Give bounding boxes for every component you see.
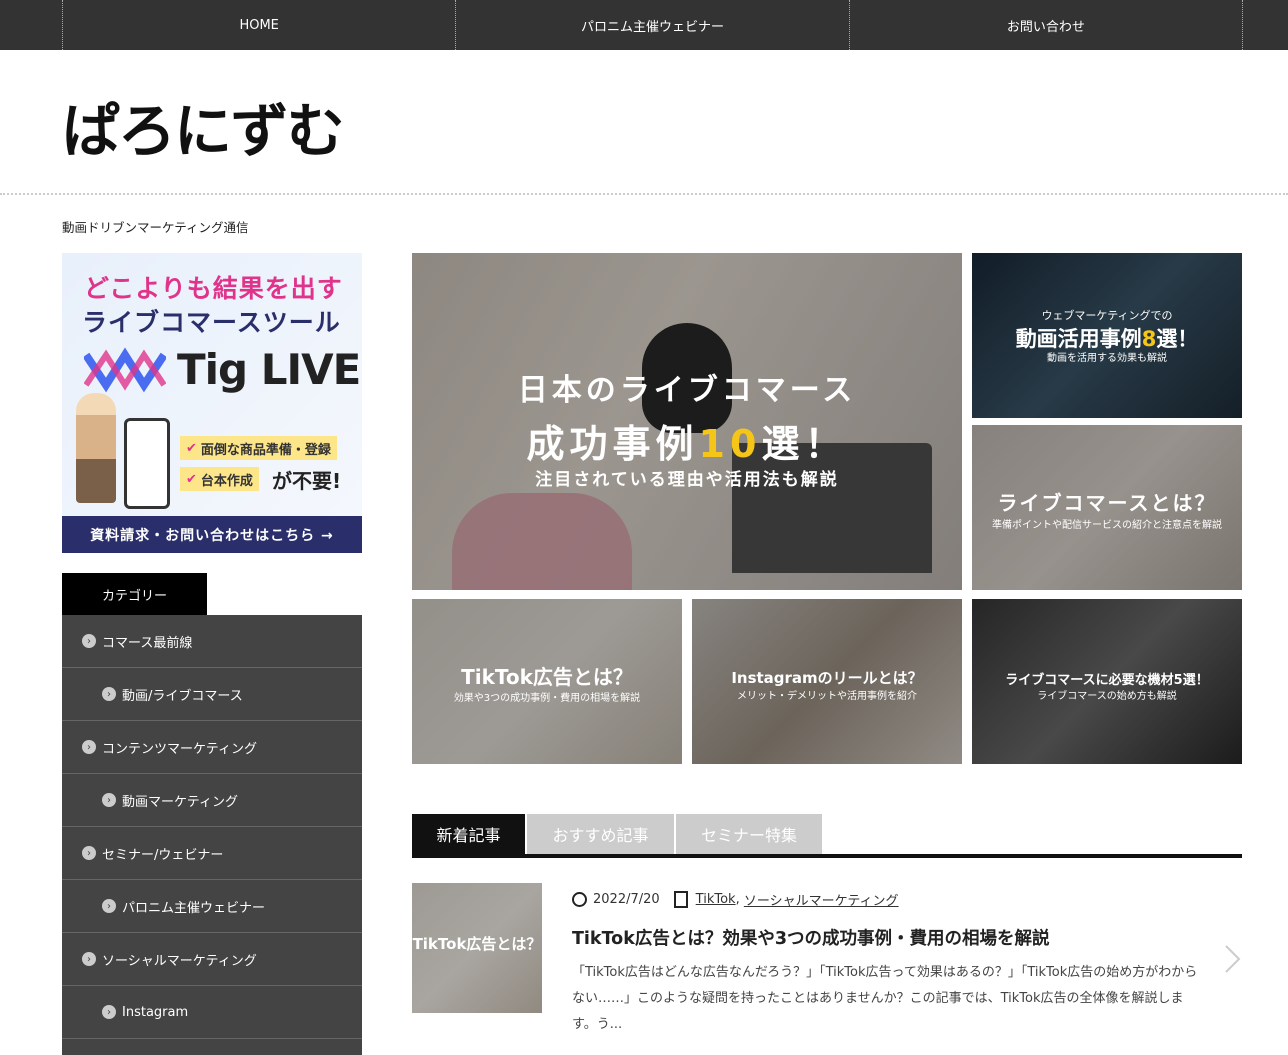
chevron-right-icon: › xyxy=(82,634,96,648)
tile1-sub: 動画を活用する効果も解説 xyxy=(1047,353,1167,364)
category-heading: カテゴリー xyxy=(62,573,207,615)
category-label: ソーシャルマーケティング xyxy=(102,953,257,969)
tile1-title-c: 選！ xyxy=(1156,327,1199,351)
article-date: 2022/7/20 xyxy=(593,892,660,907)
article-category-tiktok[interactable]: TikTok xyxy=(696,892,736,907)
hero-line3: 注目されている理由や活用法も解説 xyxy=(535,470,839,490)
chevron-right-icon: › xyxy=(102,687,116,701)
thumb-title: TikTok広告とは？ xyxy=(412,935,542,953)
article-title[interactable]: TikTok広告とは？効果や3つの成功事例・費用の相場を解説 xyxy=(572,925,1050,950)
category-label: コマース最前線 xyxy=(102,635,193,651)
category-item[interactable]: › パロニム主催ウェビナー xyxy=(62,880,362,933)
chevron-right-icon: › xyxy=(82,740,96,754)
category-label: パロニム主催ウェビナー xyxy=(122,900,266,916)
featured-tile-equipment[interactable]: ライブコマースに必要な機材5選！ ライブコマースの始め方も解説 xyxy=(972,599,1242,764)
category-list: › コマース最前線 › 動画/ライブコマース › コンテンツマーケティング › 動画マー… xyxy=(62,615,362,1055)
woman-illustration xyxy=(76,393,116,503)
featured-tile-live-commerce[interactable]: ライブコマースとは？ 準備ポイントや配信サービスの紹介と注意点を解説 xyxy=(972,425,1242,590)
nav-item-contact[interactable]: お問い合わせ xyxy=(850,0,1243,50)
category-label: 動画/ライブコマース xyxy=(122,688,243,704)
tile1-pre: ウェブマーケティングでの xyxy=(1041,309,1173,322)
banner-not-needed: が不要! xyxy=(272,469,342,493)
banner-check-1: ✔ 面倒な商品準備・登録 xyxy=(180,436,337,460)
tab-recommended[interactable]: おすすめ記事 xyxy=(527,814,674,854)
category-item[interactable]: › セミナー/ウェビナー xyxy=(62,827,362,880)
nav-item-webinar[interactable]: パロニム主催ウェビナー xyxy=(456,0,850,50)
banner-check2-text: 台本作成 xyxy=(200,473,253,489)
category-item[interactable]: › コンテンツマーケティング xyxy=(62,721,362,774)
banner-line1: どこよりも結果を出す xyxy=(84,274,343,303)
chevron-right-icon[interactable] xyxy=(1222,944,1242,974)
category-label: セミナー/ウェビナー xyxy=(102,847,224,863)
tile1-title-a: 動画活用事例 xyxy=(1015,327,1142,351)
article-thumbnail[interactable]: TikTok広告とは？ xyxy=(412,883,542,1013)
hero-line2b: 10 xyxy=(698,422,762,466)
featured-tile-instagram-reels[interactable]: Instagramのリールとは？ メリット・デメリットや活用事例を紹介 xyxy=(692,599,962,764)
featured-hero-tile[interactable]: 日本のライブコマース 成功事例10選！ 注目されている理由や活用法も解説 xyxy=(412,253,962,590)
chevron-right-icon: › xyxy=(102,1005,116,1019)
tile3-sub: 効果や3つの成功事例・費用の相場を解説 xyxy=(453,693,641,704)
site-header: ぱろにずむ xyxy=(0,50,1288,195)
article-category-social[interactable]: ソーシャルマーケティング xyxy=(744,890,899,909)
tile2-sub: 準備ポイントや配信サービスの紹介と注意点を解説 xyxy=(992,520,1222,531)
check-icon: ✔ xyxy=(186,440,197,456)
tig-live-banner[interactable]: どこよりも結果を出す ライブコマースツール Tig LIVE ✔ 面倒な商品準備・… xyxy=(62,253,362,553)
tile3-title: TikTok広告とは？ xyxy=(461,665,633,689)
article-tabs: 新着記事 おすすめ記事 セミナー特集 xyxy=(412,814,1242,858)
chevron-right-icon: › xyxy=(82,846,96,860)
tile2-title: ライブコマースとは？ xyxy=(997,491,1217,515)
tile1-title-b: 8 xyxy=(1141,327,1157,351)
category-item[interactable]: › 動画マーケティング xyxy=(62,774,362,827)
phone-illustration xyxy=(124,418,170,509)
document-icon xyxy=(673,891,688,908)
tig-logo-icon xyxy=(84,347,166,393)
article-excerpt: 「TikTok広告はどんな広告なんだろう？」「TikTok広告って効果はあるの？… xyxy=(572,965,1198,1032)
banner-check1-text: 面倒な商品準備・登録 xyxy=(200,442,331,458)
banner-check-2: ✔ 台本作成 xyxy=(180,467,259,491)
tile5-sub: ライブコマースの始め方も解説 xyxy=(1037,691,1177,702)
article-meta: 2022/7/20 TikTok, ソーシャルマーケティング xyxy=(572,890,899,909)
category-item[interactable]: › ソーシャルマーケティング xyxy=(62,933,362,986)
chevron-right-icon: › xyxy=(82,952,96,966)
featured-tile-tiktok[interactable]: TikTok広告とは？ 効果や3つの成功事例・費用の相場を解説 xyxy=(412,599,682,764)
hero-line2c: 選！ xyxy=(761,422,848,466)
hero-line1: 日本のライブコマース xyxy=(517,373,857,408)
site-tagline: 動画ドリブンマーケティング通信 xyxy=(62,220,249,235)
category-item[interactable]: › Instagram xyxy=(62,986,362,1039)
category-item[interactable]: › コマース最前線 xyxy=(62,615,362,668)
category-label: コンテンツマーケティング xyxy=(102,741,257,757)
tile4-title: Instagramのリールとは？ xyxy=(731,669,923,687)
tile5-title: ライブコマースに必要な機材5選！ xyxy=(1005,673,1209,688)
nav-inner: HOME パロニム主催ウェビナー お問い合わせ xyxy=(62,0,1243,50)
category-item[interactable]: › 動画/ライブコマース xyxy=(62,668,362,721)
featured-tile-video-cases[interactable]: ウェブマーケティングでの 動画活用事例8選！ 動画を活用する効果も解説 xyxy=(972,253,1242,418)
category-label: Instagram xyxy=(122,1004,189,1020)
chevron-right-icon: › xyxy=(102,899,116,913)
global-nav: HOME パロニム主催ウェビナー お問い合わせ xyxy=(0,0,1288,50)
banner-line2: ライブコマースツール xyxy=(82,308,341,337)
hero-line2a: 成功事例 xyxy=(526,422,699,466)
hero-line2: 成功事例10選！ xyxy=(412,413,962,468)
chevron-right-icon: › xyxy=(102,793,116,807)
nav-item-home[interactable]: HOME xyxy=(63,0,457,50)
banner-brand: Tig LIVE xyxy=(177,345,361,394)
tab-new-articles[interactable]: 新着記事 xyxy=(412,814,525,854)
clock-icon xyxy=(572,892,587,907)
tile4-sub: メリット・デメリットや活用事例を紹介 xyxy=(737,691,917,702)
tab-seminar[interactable]: セミナー特集 xyxy=(676,814,822,854)
site-logo[interactable]: ぱろにずむ xyxy=(62,84,345,168)
category-label: 動画マーケティング xyxy=(122,794,238,810)
banner-cta[interactable]: 資料請求・お問い合わせはこちら → xyxy=(62,516,362,553)
check-icon: ✔ xyxy=(186,471,197,487)
category-separator: , xyxy=(735,892,740,907)
